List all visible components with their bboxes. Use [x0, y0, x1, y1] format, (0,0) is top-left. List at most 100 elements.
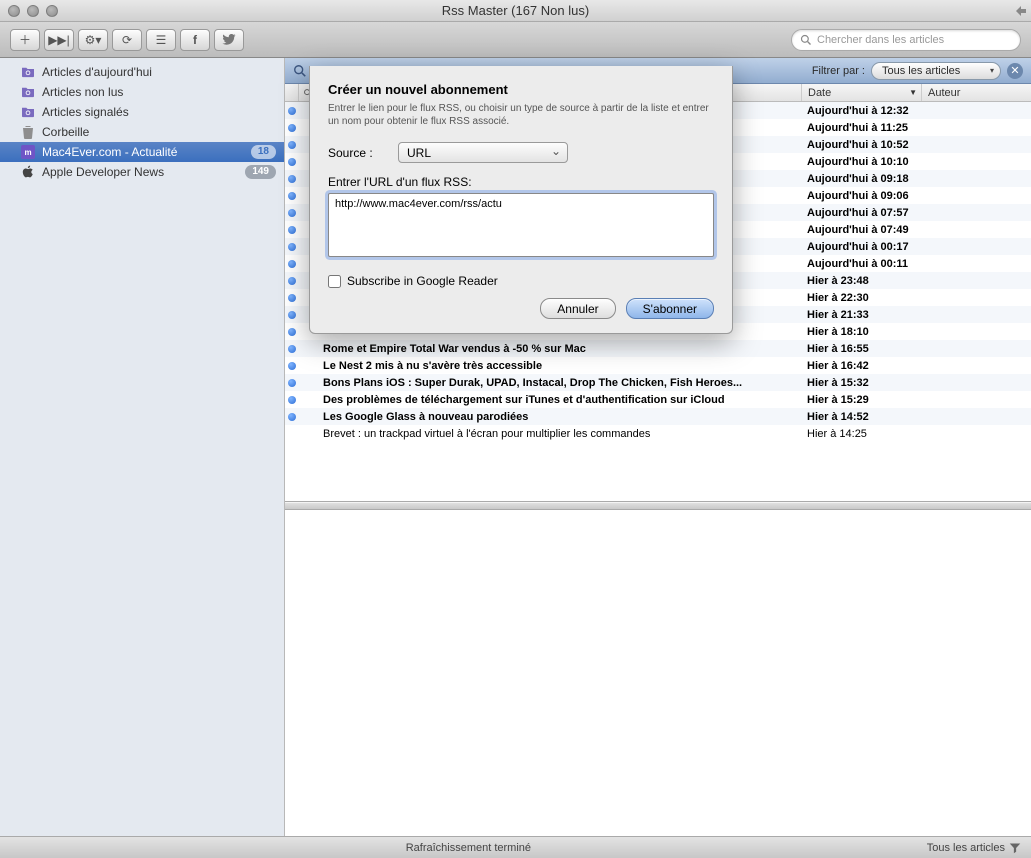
article-title: Le Nest 2 mis à nu s'avère très accessib… — [317, 360, 801, 372]
status-filter[interactable]: Tous les articles — [927, 842, 1021, 854]
window-zoom-button[interactable] — [46, 5, 58, 17]
article-row[interactable]: Brevet : un trackpad virtuel à l'écran p… — [285, 425, 1031, 442]
unread-dot — [285, 396, 299, 404]
article-date: Hier à 15:32 — [801, 377, 921, 389]
facebook-button[interactable]: f — [180, 29, 210, 51]
stack-button[interactable]: ☰ — [146, 29, 176, 51]
source-select-value: URL — [407, 146, 431, 160]
unread-dot — [285, 141, 299, 149]
refresh-button[interactable]: ⟳ — [112, 29, 142, 51]
unread-dot — [285, 124, 299, 132]
article-row[interactable]: Rome et Empire Total War vendus à -50 % … — [285, 340, 1031, 357]
facebook-icon: f — [193, 33, 197, 47]
action-menu-button[interactable]: ⚙▾ — [78, 29, 108, 51]
traffic-lights — [8, 5, 58, 17]
sidebar-item[interactable]: Articles non lus — [0, 82, 284, 102]
sidebar-item[interactable]: Articles d'aujourd'hui — [0, 62, 284, 82]
search-input[interactable]: Chercher dans les articles — [791, 29, 1021, 51]
google-reader-label: Subscribe in Google Reader — [347, 274, 498, 288]
article-title: Les Google Glass à nouveau parodiées — [317, 411, 801, 423]
unread-dot — [285, 413, 299, 421]
sidebar: Articles d'aujourd'huiArticles non lus Ar… — [0, 58, 285, 836]
stack-icon: ☰ — [156, 33, 167, 47]
filter-combo-value: Tous les articles — [882, 65, 960, 77]
unread-badge: 18 — [251, 145, 276, 159]
article-date: Hier à 21:33 — [801, 309, 921, 321]
smart-folder-icon — [20, 84, 36, 100]
plus-icon: ＋ — [19, 31, 31, 48]
add-button[interactable]: ＋ — [10, 29, 40, 51]
sidebar-item[interactable]: Apple Developer News149 — [0, 162, 284, 182]
twitter-button[interactable] — [214, 29, 244, 51]
unread-dot — [285, 243, 299, 251]
source-select[interactable]: URL — [398, 142, 568, 163]
article-preview — [285, 510, 1031, 836]
column-date[interactable]: Date ▼ — [801, 84, 921, 101]
feed-purple-icon: m — [20, 144, 36, 160]
subscribe-button[interactable]: S'abonner — [626, 298, 714, 319]
article-row[interactable]: Les Google Glass à nouveau parodiéesHier… — [285, 408, 1031, 425]
sidebar-item[interactable]: Articles signalés — [0, 102, 284, 122]
funnel-icon — [1009, 842, 1021, 854]
article-date: Hier à 23:48 — [801, 275, 921, 287]
sidebar-item[interactable]: mMac4Ever.com - Actualité18 — [0, 142, 284, 162]
subscribe-dialog: Créer un nouvel abonnement Entrer le lie… — [309, 66, 733, 334]
search-placeholder: Chercher dans les articles — [817, 34, 944, 46]
dialog-help: Entrer le lien pour le flux RSS, ou choi… — [328, 103, 714, 128]
unread-dot — [285, 311, 299, 319]
article-row[interactable]: Des problèmes de téléchargement sur iTun… — [285, 391, 1031, 408]
titlebar: Rss Master (167 Non lus) — [0, 0, 1031, 22]
column-unread[interactable] — [285, 84, 299, 101]
article-date: Hier à 14:52 — [801, 411, 921, 423]
filter-combo[interactable]: Tous les articles — [871, 62, 1001, 80]
sort-desc-icon: ▼ — [909, 88, 917, 97]
twitter-icon — [222, 34, 236, 45]
unread-dot — [285, 379, 299, 387]
article-row[interactable]: Le Nest 2 mis à nu s'avère très accessib… — [285, 357, 1031, 374]
sidebar-item[interactable]: Corbeille — [0, 122, 284, 142]
filter-close-button[interactable]: ✕ — [1007, 63, 1023, 79]
unread-dot — [285, 158, 299, 166]
unread-dot — [285, 107, 299, 115]
article-title: Rome et Empire Total War vendus à -50 % … — [317, 343, 801, 355]
unread-dot — [285, 328, 299, 336]
unread-dot — [285, 226, 299, 234]
article-date: Aujourd'hui à 12:32 — [801, 105, 921, 117]
filter-label: Filtrer par : — [812, 65, 865, 77]
article-row[interactable]: Bons Plans iOS : Super Durak, UPAD, Inst… — [285, 374, 1031, 391]
url-label: Entrer l'URL d'un flux RSS: — [328, 175, 714, 189]
article-date: Hier à 15:29 — [801, 394, 921, 406]
column-author[interactable]: Auteur — [921, 84, 1031, 101]
apple-icon — [20, 164, 36, 180]
sidebar-item-label: Articles signalés — [42, 105, 129, 119]
article-date: Aujourd'hui à 11:25 — [801, 122, 921, 134]
next-unread-button[interactable]: ▶▶| — [44, 29, 74, 51]
source-label: Source : — [328, 146, 398, 160]
window-expand-icon[interactable] — [1014, 4, 1028, 18]
url-textarea[interactable] — [328, 193, 714, 257]
article-date: Aujourd'hui à 10:10 — [801, 156, 921, 168]
dialog-title: Créer un nouvel abonnement — [328, 82, 714, 97]
article-title: Bons Plans iOS : Super Durak, UPAD, Inst… — [317, 377, 801, 389]
unread-dot — [285, 294, 299, 302]
filter-loupe-icon — [293, 64, 307, 78]
trash-icon — [20, 124, 36, 140]
unread-dot — [285, 192, 299, 200]
window-minimize-button[interactable] — [27, 5, 39, 17]
cancel-button[interactable]: Annuler — [540, 298, 615, 319]
article-date: Hier à 18:10 — [801, 326, 921, 338]
article-title: Des problèmes de téléchargement sur iTun… — [317, 394, 801, 406]
article-date: Aujourd'hui à 09:18 — [801, 173, 921, 185]
search-icon — [800, 34, 812, 46]
unread-dot — [285, 345, 299, 353]
google-reader-checkbox[interactable] — [328, 275, 341, 288]
splitter-handle[interactable] — [285, 502, 1031, 510]
article-date: Hier à 16:42 — [801, 360, 921, 372]
article-date: Hier à 22:30 — [801, 292, 921, 304]
unread-dot — [285, 277, 299, 285]
toolbar: ＋ ▶▶| ⚙▾ ⟳ ☰ f Chercher dans les article… — [0, 22, 1031, 58]
unread-dot — [285, 362, 299, 370]
article-date: Aujourd'hui à 09:06 — [801, 190, 921, 202]
window-close-button[interactable] — [8, 5, 20, 17]
svg-text:m: m — [24, 148, 31, 157]
